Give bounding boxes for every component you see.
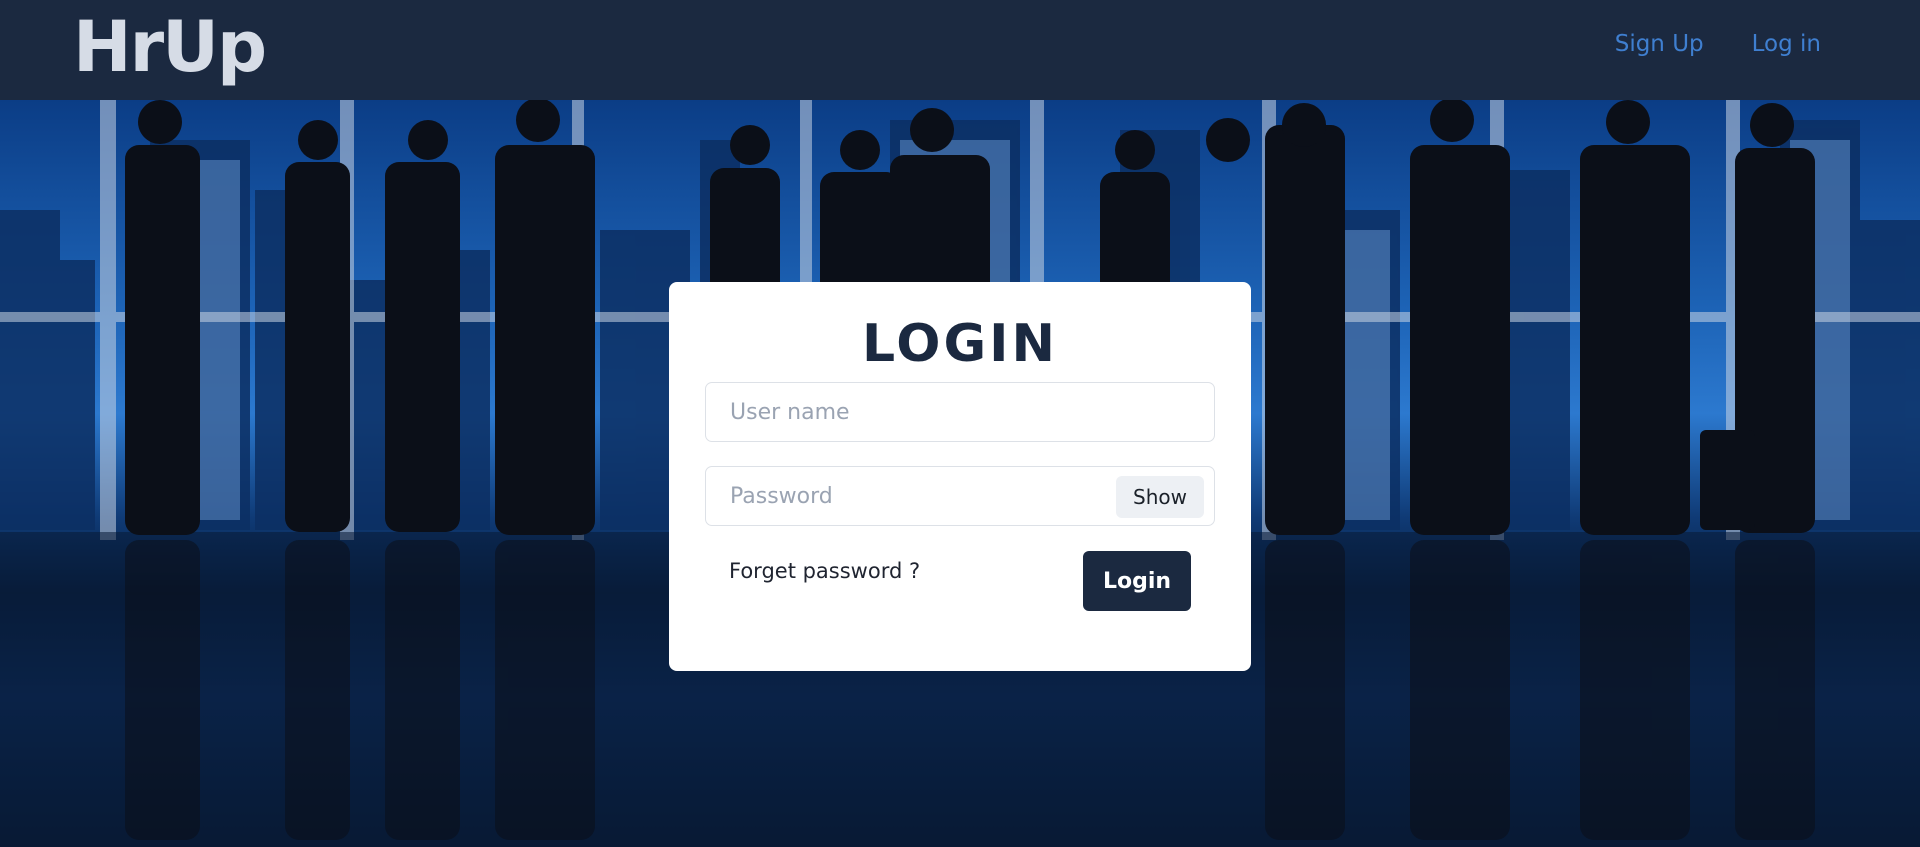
username-field <box>705 382 1215 442</box>
nav-link-log-in[interactable]: Log in <box>1752 31 1821 57</box>
login-title: LOGIN <box>861 314 1059 374</box>
password-field: Show <box>705 466 1215 526</box>
nav-link-sign-up[interactable]: Sign Up <box>1615 31 1704 57</box>
login-card: LOGIN Show Forget password ? Login <box>669 282 1251 671</box>
nav-links: Sign Up Log in <box>1615 31 1821 57</box>
show-password-button[interactable]: Show <box>1116 476 1204 518</box>
forgot-password-link[interactable]: Forget password ? <box>729 559 920 583</box>
brand-logo[interactable]: HrUp <box>73 12 267 82</box>
top-navbar: HrUp Sign Up Log in <box>0 0 1920 100</box>
username-input[interactable] <box>706 383 1214 441</box>
login-submit-button[interactable]: Login <box>1083 551 1191 611</box>
